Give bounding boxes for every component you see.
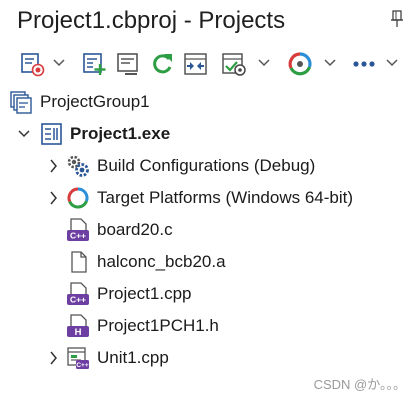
remove-item-button[interactable] [114, 50, 142, 78]
tree-item-label: board20.c [97, 220, 173, 239]
exe-project-icon [41, 123, 62, 145]
target-platforms-icon [67, 187, 89, 209]
title-bar: Project1.cbproj - Projects [0, 0, 416, 42]
target-platform-icon [288, 52, 312, 76]
cpp-file-icon: C++ [67, 218, 89, 241]
new-project-dropdown-icon[interactable] [53, 59, 65, 67]
collapsed-chevron-icon[interactable] [48, 191, 60, 205]
svg-text:C++: C++ [76, 362, 88, 369]
tree-item-project1pch1-h[interactable]: H Project1PCH1.h [0, 310, 416, 342]
tree-item-label: ProjectGroup1 [40, 92, 150, 111]
tree-item-build-configurations[interactable]: Build Configurations (Debug) [0, 150, 416, 182]
build-config-icon [222, 53, 246, 76]
sync-icon [184, 53, 207, 75]
header-file-icon: H [67, 314, 89, 338]
gears-icon [67, 155, 89, 177]
tree-item-unit1-cpp[interactable]: C++ Unit1.cpp [0, 342, 416, 374]
svg-text:C++: C++ [70, 295, 86, 305]
tree-item-label: halconc_bcb20.a [97, 252, 226, 271]
projects-panel: Project1.cbproj - Projects ProjectGroup1… [0, 0, 416, 403]
project-group-icon [10, 91, 32, 114]
window-title: Project1.cbproj - Projects [17, 7, 286, 34]
collapsed-chevron-icon[interactable] [48, 159, 60, 173]
remove-item-icon [117, 53, 138, 75]
build-config-button[interactable] [220, 50, 248, 78]
plain-file-icon [71, 251, 87, 273]
add-new-item-button[interactable] [80, 50, 108, 78]
tree-item-label: Build Configurations (Debug) [97, 156, 316, 175]
add-new-item-icon [83, 53, 106, 75]
svg-text:C++: C++ [70, 231, 86, 241]
watermark-text: CSDN @か。。。 [313, 377, 406, 392]
refresh-icon [153, 54, 172, 74]
expanded-chevron-icon[interactable] [18, 127, 30, 141]
more-options-icon [353, 61, 375, 67]
tree-item-projectgroup[interactable]: ProjectGroup1 [0, 86, 416, 118]
tree-item-halconc-bcb20-a[interactable]: halconc_bcb20.a [0, 246, 416, 278]
more-options-dropdown-icon[interactable] [386, 59, 398, 67]
tree-item-label: Project1.exe [70, 124, 171, 143]
project-tree: ProjectGroup1 Project1.exe Build Configu… [0, 86, 416, 403]
tree-item-board20-c[interactable]: C++ board20.c [0, 214, 416, 246]
refresh-button[interactable] [148, 50, 176, 78]
tree-item-label: Project1.cpp [97, 284, 192, 303]
tree-item-label: Project1PCH1.h [97, 316, 219, 335]
target-platform-dropdown-icon[interactable] [324, 59, 336, 67]
sync-button[interactable] [182, 50, 210, 78]
svg-text:H: H [75, 327, 82, 338]
new-project-icon [21, 53, 45, 77]
unit-form-icon: C++ [67, 347, 89, 369]
more-options-button[interactable] [350, 50, 378, 78]
build-config-dropdown-icon[interactable] [258, 59, 270, 67]
projects-toolbar [0, 42, 416, 86]
tree-item-label: Unit1.cpp [97, 348, 169, 367]
tree-item-project1-cpp[interactable]: C++ Project1.cpp [0, 278, 416, 310]
target-platform-button[interactable] [286, 50, 314, 78]
tree-item-target-platforms[interactable]: Target Platforms (Windows 64-bit) [0, 182, 416, 214]
tree-item-label: Target Platforms (Windows 64-bit) [97, 188, 354, 207]
cpp-file-icon: C++ [67, 282, 89, 305]
tree-item-project1-exe[interactable]: Project1.exe [0, 118, 416, 150]
pin-icon[interactable] [390, 10, 404, 28]
new-project-button[interactable] [18, 50, 46, 78]
collapsed-chevron-icon[interactable] [48, 351, 60, 365]
